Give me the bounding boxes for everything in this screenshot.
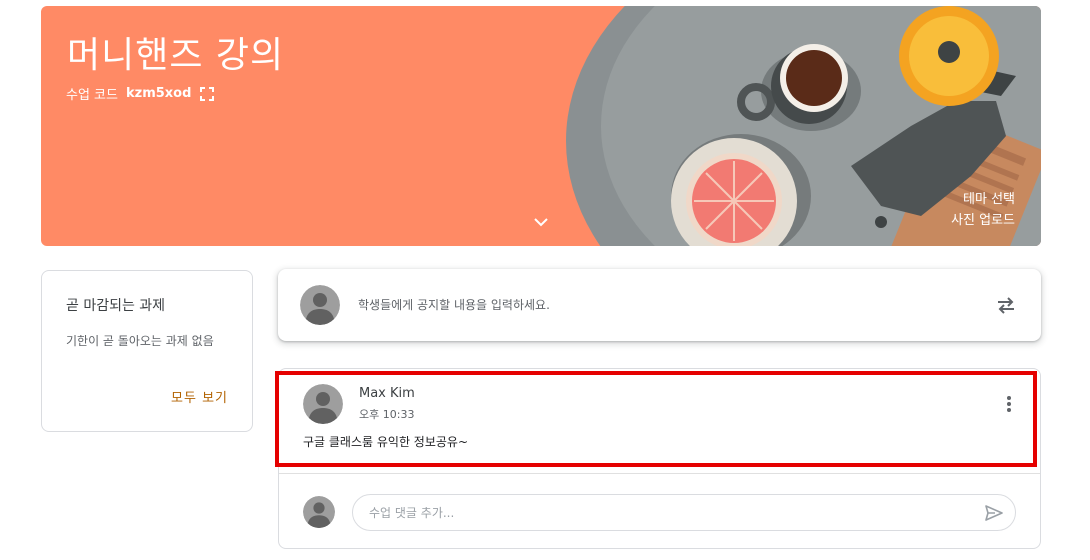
- select-theme-link[interactable]: 테마 선택: [951, 189, 1015, 210]
- view-all-link[interactable]: 모두 보기: [171, 387, 228, 406]
- post-author-avatar: [303, 384, 343, 424]
- announce-placeholder: 학생들에게 공지할 내용을 입력하세요.: [358, 298, 550, 312]
- post-author: Max Kim: [359, 386, 415, 401]
- person-avatar-icon: [300, 285, 340, 325]
- upcoming-empty-text: 기한이 곧 돌아오는 과제 없음: [66, 334, 214, 348]
- divider: [279, 473, 1040, 474]
- announce-box[interactable]: 학생들에게 공지할 내용을 입력하세요.: [278, 269, 1041, 341]
- banner-links: 테마 선택 사진 업로드: [951, 189, 1015, 231]
- avatar: [300, 285, 340, 325]
- class-code-label: 수업 코드: [66, 88, 118, 103]
- upcoming-card: 곧 마감되는 과제 기한이 곧 돌아오는 과제 없음 모두 보기: [41, 270, 253, 432]
- chevron-down-icon[interactable]: [531, 212, 551, 232]
- class-banner: 머니핸즈 강의 수업 코드 kzm5xod 테마 선택 사진 업로드: [41, 6, 1041, 246]
- class-title: 머니핸즈 강의: [67, 35, 285, 76]
- person-avatar-icon: [303, 496, 335, 528]
- post-body: 구글 클래스룸 유익한 정보공유~: [303, 435, 469, 449]
- fullscreen-icon[interactable]: [199, 86, 215, 102]
- person-avatar-icon: [303, 384, 343, 424]
- repost-icon[interactable]: [995, 294, 1017, 316]
- commenter-avatar: [303, 496, 335, 528]
- comment-input[interactable]: [352, 494, 1016, 531]
- class-code-row: 수업 코드 kzm5xod: [66, 84, 215, 103]
- upload-photo-link[interactable]: 사진 업로드: [951, 210, 1015, 231]
- class-code-value: kzm5xod: [125, 86, 192, 101]
- post-time: 오후 10:33: [359, 408, 415, 421]
- more-vert-icon[interactable]: [1006, 395, 1012, 413]
- send-icon[interactable]: [984, 503, 1004, 523]
- upcoming-title: 곧 마감되는 과제: [66, 298, 166, 314]
- post-card: Max Kim 오후 10:33 구글 클래스룸 유익한 정보공유~: [278, 368, 1041, 549]
